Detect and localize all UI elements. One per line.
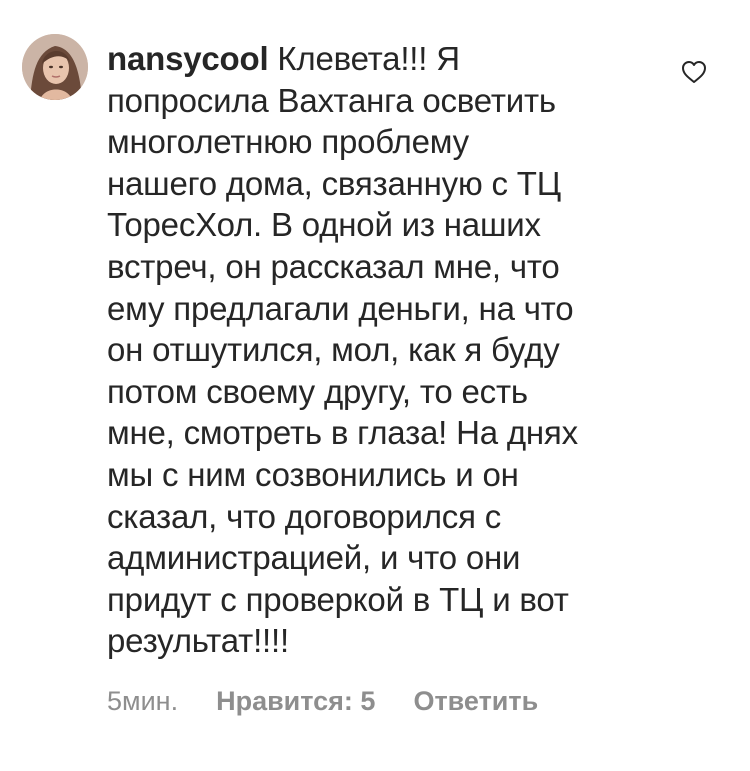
likes-count-button[interactable]: Нравится: 5 [216, 686, 375, 717]
heart-outline-icon[interactable] [681, 60, 707, 84]
comment-meta: 5мин. Нравится: 5 Ответить [107, 686, 538, 717]
username-link[interactable]: nansycool [107, 40, 269, 77]
comment-text: Клевета!!! Я попросила Вахтанга осветить… [107, 40, 578, 660]
avatar[interactable] [22, 34, 88, 100]
comment-body: nansycool Клевета!!! Я попросила Вахтанг… [107, 38, 677, 662]
timestamp: 5мин. [107, 686, 179, 716]
comment: nansycool Клевета!!! Я попросила Вахтанг… [0, 0, 750, 771]
reply-button[interactable]: Ответить [413, 686, 538, 717]
